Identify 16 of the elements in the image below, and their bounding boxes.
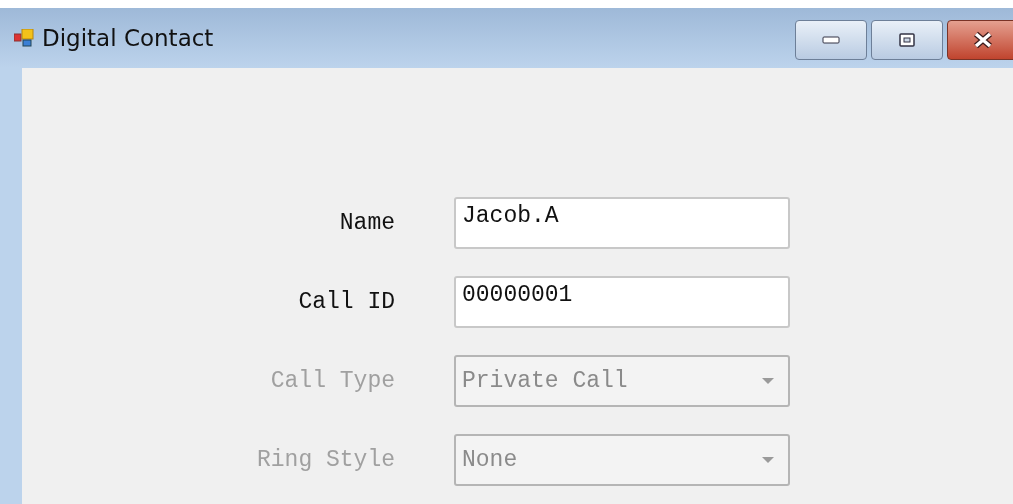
- dropdown-arrow-icon: [762, 457, 774, 463]
- maximize-button[interactable]: [871, 20, 943, 60]
- close-icon: [972, 31, 994, 49]
- dropdown-arrow-icon: [762, 378, 774, 384]
- window-title: Digital Contact: [42, 25, 214, 51]
- text-field[interactable]: Jacob.A: [454, 197, 790, 249]
- field-label: Call Type: [269, 368, 395, 394]
- field-label: Name: [338, 210, 395, 236]
- minimize-button[interactable]: [795, 20, 867, 60]
- close-button[interactable]: [947, 20, 1013, 60]
- maximize-icon: [899, 33, 915, 47]
- app-icon: [14, 29, 34, 47]
- field-label: Ring Style: [255, 447, 395, 473]
- text-field[interactable]: 00000001: [454, 276, 790, 328]
- minimize-icon: [822, 36, 840, 44]
- field-label: Call ID: [297, 289, 395, 315]
